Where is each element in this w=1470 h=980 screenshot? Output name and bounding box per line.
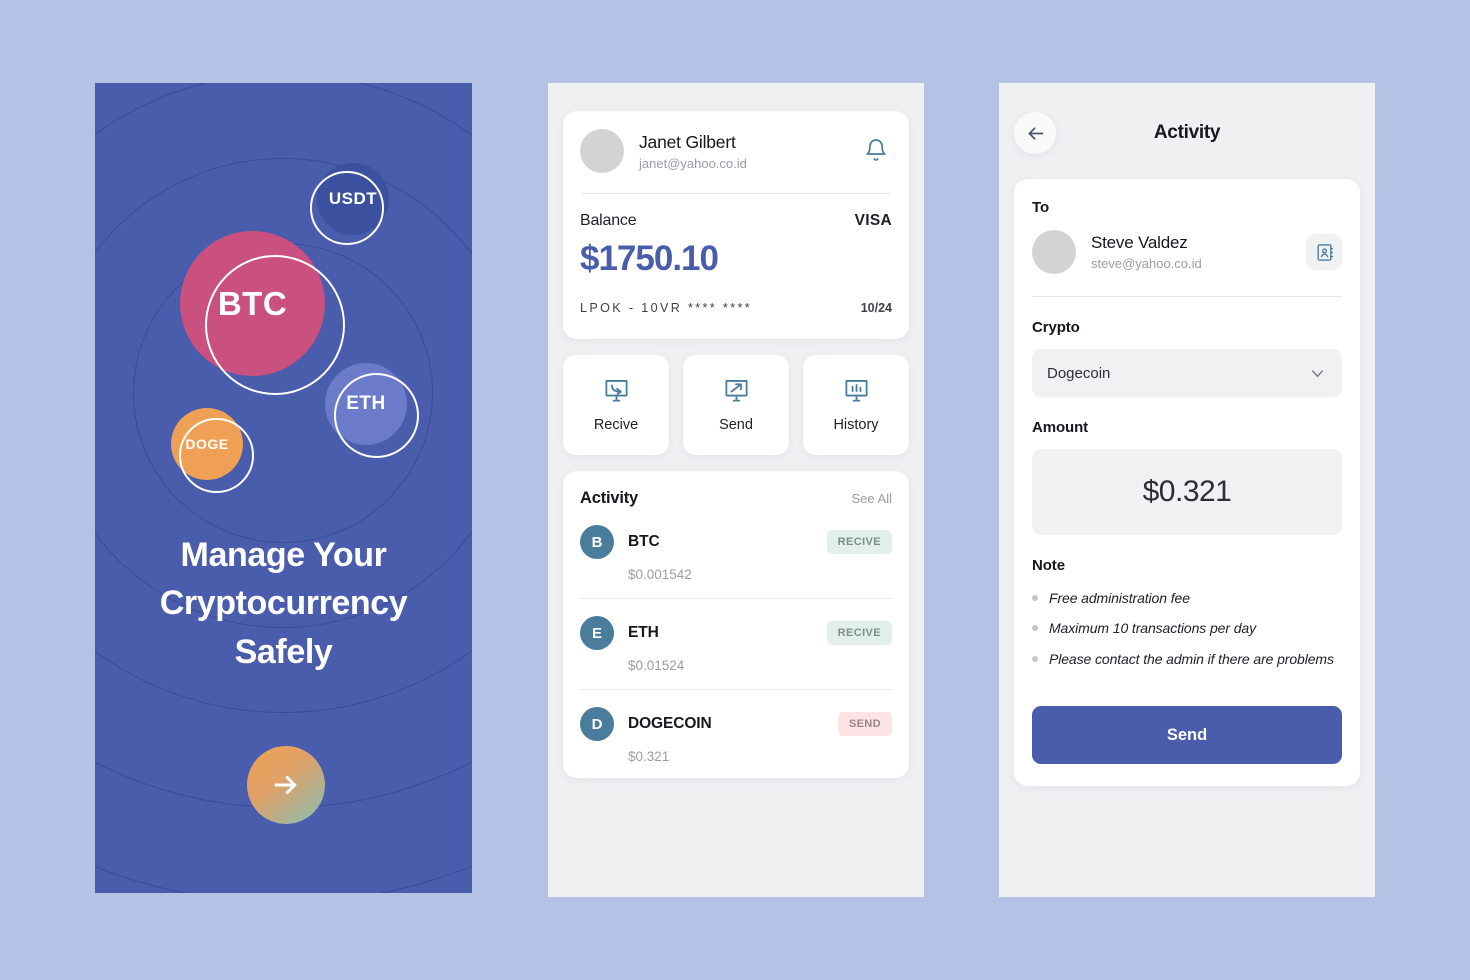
bell-icon — [866, 138, 886, 161]
receive-button[interactable]: Recive — [563, 355, 669, 455]
eth-coin-ring — [334, 373, 419, 458]
eth-coin-icon: ETH — [325, 363, 421, 459]
activity-amount: $0.01524 — [628, 658, 685, 673]
note-text: Please contact the admin if there are pr… — [1049, 650, 1334, 667]
page-title: Activity — [1153, 122, 1221, 143]
app-screens-stage: BTC USDT ETH DOGE Manage Your Cryptocurr… — [0, 0, 1470, 980]
quick-actions-row: Recive Send History — [563, 355, 909, 455]
history-board-icon — [844, 380, 868, 402]
send-button-label: Send — [719, 417, 753, 433]
account-row: Janet Gilbert janet@yahoo.co.id — [580, 129, 892, 173]
status-badge: RECIVE — [826, 530, 892, 554]
activity-amount: $0.001542 — [628, 567, 692, 582]
amount-value: $0.321 — [1142, 475, 1232, 508]
contacts-button[interactable] — [1306, 234, 1342, 270]
activity-row-top: D DOGECOIN SEND — [580, 707, 892, 741]
bullet-icon — [1032, 595, 1038, 601]
recipient-row: Steve Valdez steve@yahoo.co.id — [1032, 230, 1342, 274]
account-balance-card: Janet Gilbert janet@yahoo.co.id Balance … — [563, 111, 909, 339]
account-text: Janet Gilbert janet@yahoo.co.id — [639, 132, 860, 171]
see-all-link[interactable]: See All — [852, 491, 892, 506]
list-item: Maximum 10 transactions per day — [1032, 617, 1342, 639]
history-button[interactable]: History — [803, 355, 909, 455]
crypto-label: Crypto — [1032, 319, 1080, 336]
send-board-icon — [724, 380, 748, 402]
doge-coin-ring — [179, 418, 254, 493]
onboarding-headline: Manage Your Cryptocurrency Safely — [159, 536, 408, 671]
address-book-icon — [1316, 243, 1333, 261]
avatar — [1032, 230, 1076, 274]
bullet-icon — [1032, 655, 1038, 662]
table-row[interactable]: D DOGECOIN SEND $0.321 — [580, 690, 892, 764]
arrow-right-icon — [274, 776, 297, 794]
receive-board-icon — [604, 380, 628, 402]
send-submit-button[interactable]: Send — [1032, 706, 1342, 765]
activity-coin-name: BTC — [628, 533, 660, 550]
card-expiry: 10/24 — [860, 301, 892, 315]
recipient-email: steve@yahoo.co.id — [1091, 256, 1202, 271]
coin-initial-icon: B — [580, 525, 614, 559]
doge-coin-icon: DOGE — [171, 408, 257, 494]
avatar — [580, 129, 624, 173]
note-text: Free administration fee — [1049, 590, 1190, 606]
card-brand-label: VISA — [854, 212, 892, 229]
divider — [582, 193, 890, 194]
send-activity-screen: Activity To Steve Valdez steve@yahoo.co.… — [999, 83, 1375, 897]
send-form-card: To Steve Valdez steve@yahoo.co.id Crypto… — [1014, 179, 1360, 787]
receive-button-label: Recive — [593, 417, 639, 433]
to-label: To — [1032, 199, 1050, 216]
table-row[interactable]: B BTC RECIVE $0.001542 — [580, 508, 892, 599]
usdt-coin-icon: USDT — [310, 163, 392, 245]
note-text: Maximum 10 transactions per day — [1049, 620, 1256, 637]
history-button-label: History — [833, 417, 879, 433]
list-item: Free administration fee — [1032, 587, 1342, 609]
activity-card: Activity See All B BTC RECIVE $0.001542 … — [563, 471, 909, 778]
card-footer: LPOK - 10VR **** **** 10/24 — [580, 301, 892, 329]
coin-initial-icon: E — [580, 616, 614, 650]
activity-coin-name: DOGECOIN — [628, 715, 712, 732]
bullet-icon — [1032, 625, 1038, 632]
recipient-name: Steve Valdez — [1091, 233, 1188, 252]
onboarding-screen: BTC USDT ETH DOGE Manage Your Cryptocurr… — [95, 83, 472, 893]
chevron-down-icon — [1311, 369, 1324, 377]
balance-label: Balance — [580, 212, 637, 229]
send-button[interactable]: Send — [683, 355, 789, 455]
activity-row-top: B BTC RECIVE — [580, 525, 892, 559]
wallet-screen: Janet Gilbert janet@yahoo.co.id Balance … — [548, 83, 924, 897]
activity-coin-name: ETH — [628, 624, 659, 641]
list-item: Please contact the admin if there are pr… — [1032, 648, 1342, 670]
balance-header: Balance VISA — [580, 212, 892, 230]
usdt-coin-ring — [310, 171, 384, 245]
table-row[interactable]: E ETH RECIVE $0.01524 — [580, 599, 892, 690]
status-badge: SEND — [837, 712, 892, 736]
balance-amount: $1750.10 — [580, 239, 719, 278]
amount-field[interactable]: $0.321 — [1032, 449, 1342, 535]
note-label: Note — [1032, 557, 1065, 574]
divider — [1032, 296, 1342, 297]
activity-amount: $0.321 — [628, 749, 670, 764]
notification-bell-button[interactable] — [860, 134, 892, 169]
activity-header: Activity See All — [580, 489, 892, 508]
amount-label: Amount — [1032, 419, 1089, 436]
activity-title: Activity — [580, 489, 639, 507]
crypto-selected-value: Dogecoin — [1047, 364, 1111, 382]
continue-button[interactable] — [247, 746, 325, 824]
activity-row-top: E ETH RECIVE — [580, 616, 892, 650]
status-badge: RECIVE — [826, 621, 892, 645]
account-email: janet@yahoo.co.id — [639, 155, 747, 171]
recipient-text: Steve Valdez steve@yahoo.co.id — [1091, 233, 1306, 271]
note-list: Free administration fee Maximum 10 trans… — [1032, 587, 1342, 670]
crypto-select[interactable]: Dogecoin — [1032, 349, 1342, 397]
btc-coin-ring — [205, 255, 345, 395]
coin-initial-icon: D — [580, 707, 614, 741]
send-header: Activity — [1014, 109, 1360, 157]
card-number: LPOK - 10VR **** **** — [580, 301, 752, 315]
account-name: Janet Gilbert — [639, 131, 736, 152]
